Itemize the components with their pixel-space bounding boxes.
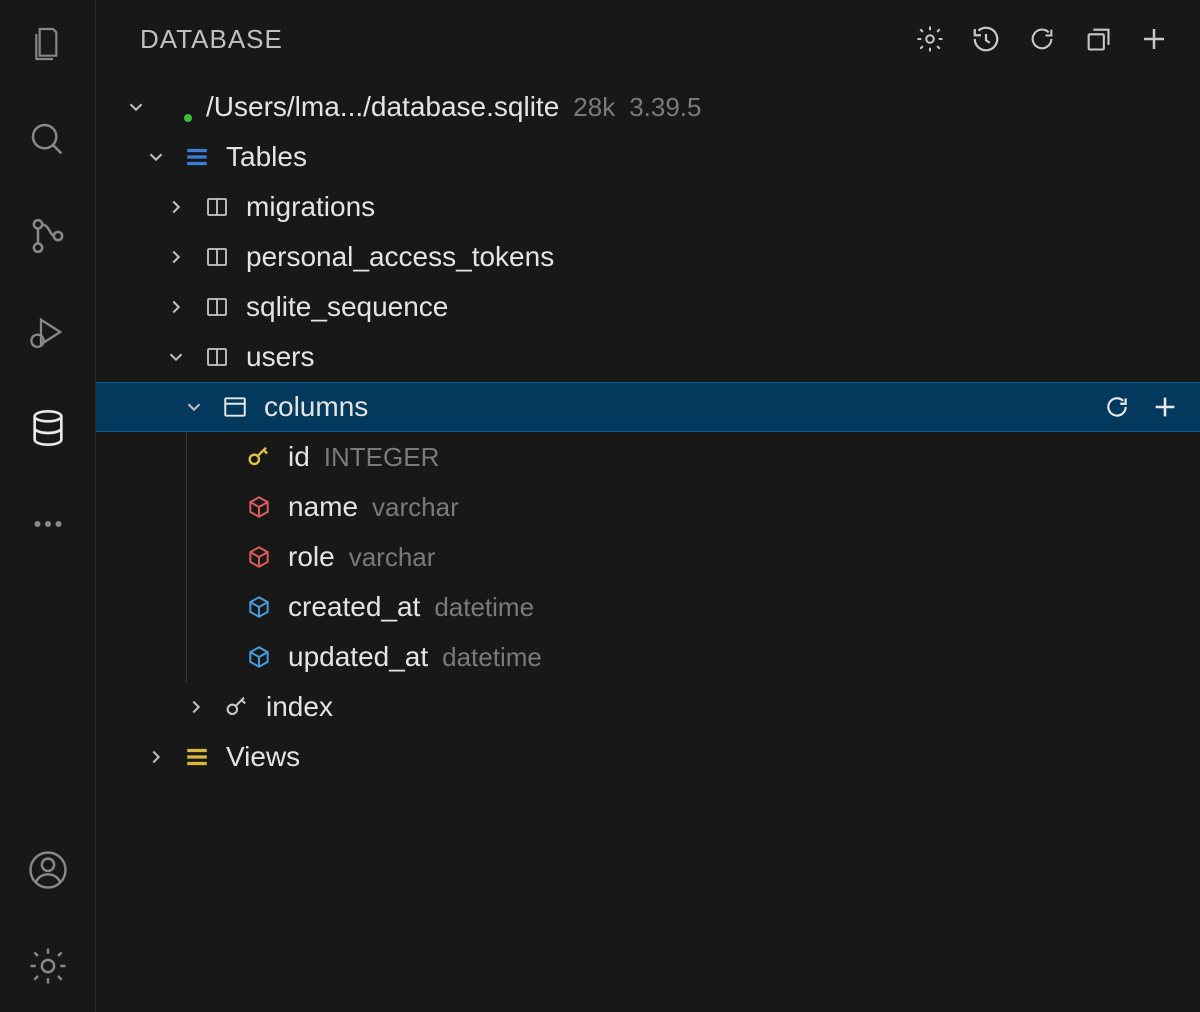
key-outline-icon	[222, 692, 252, 722]
columns-section[interactable]: columns	[96, 382, 1200, 432]
columns-label: columns	[264, 393, 368, 421]
column-name: id	[288, 443, 310, 471]
chevron-down-icon	[124, 95, 148, 119]
chevron-down-icon	[182, 395, 206, 419]
cube-icon	[244, 542, 274, 572]
cube-icon	[244, 492, 274, 522]
database-icon[interactable]	[24, 404, 72, 452]
table-icon	[202, 292, 232, 322]
chevron-right-icon	[184, 695, 208, 719]
activity-bar	[0, 0, 96, 1012]
views-section[interactable]: Views	[96, 732, 1200, 782]
panel-title: DATABASE	[140, 24, 912, 55]
table-row-personal-access-tokens[interactable]: personal_access_tokens	[96, 232, 1200, 282]
window-icon	[220, 392, 250, 422]
refresh-icon[interactable]	[1024, 21, 1060, 57]
column-type: varchar	[349, 544, 436, 570]
chevron-down-icon	[144, 145, 168, 169]
column-type: varchar	[372, 494, 459, 520]
db-connection-row[interactable]: /Users/lma.../database.sqlite 28k 3.39.5	[96, 82, 1200, 132]
collapse-all-icon[interactable]	[1080, 21, 1116, 57]
add-icon[interactable]	[1150, 392, 1180, 422]
row-actions	[1102, 392, 1180, 422]
table-name: migrations	[246, 193, 375, 221]
db-path: /Users/lma.../database.sqlite	[206, 93, 559, 121]
column-name: updated_at	[288, 643, 428, 671]
tables-section[interactable]: Tables	[96, 132, 1200, 182]
table-row-sqlite-sequence[interactable]: sqlite_sequence	[96, 282, 1200, 332]
chevron-right-icon	[164, 295, 188, 319]
source-control-icon[interactable]	[24, 212, 72, 260]
db-size: 28k	[573, 94, 615, 120]
tables-icon	[182, 142, 212, 172]
views-icon	[182, 742, 212, 772]
index-section[interactable]: index	[96, 682, 1200, 732]
settings-gear-icon[interactable]	[24, 942, 72, 990]
key-icon	[244, 442, 274, 472]
history-icon[interactable]	[968, 21, 1004, 57]
search-icon[interactable]	[24, 116, 72, 164]
column-row-created-at[interactable]: created_at datetime	[96, 582, 1200, 632]
column-name: role	[288, 543, 335, 571]
cube-icon	[244, 592, 274, 622]
db-version: 3.39.5	[629, 94, 701, 120]
chevron-right-icon	[164, 245, 188, 269]
refresh-icon[interactable]	[1102, 392, 1132, 422]
columns-list: id INTEGER name varchar role varchar	[96, 432, 1200, 682]
chevron-right-icon	[144, 745, 168, 769]
views-label: Views	[226, 743, 300, 771]
table-name: users	[246, 343, 314, 371]
more-icon[interactable]	[24, 500, 72, 548]
table-row-migrations[interactable]: migrations	[96, 182, 1200, 232]
panel-header: DATABASE	[96, 0, 1200, 78]
table-row-users[interactable]: users	[96, 332, 1200, 382]
column-row-role[interactable]: role varchar	[96, 532, 1200, 582]
settings-icon[interactable]	[912, 21, 948, 57]
tables-label: Tables	[226, 143, 307, 171]
table-icon	[202, 242, 232, 272]
table-icon	[202, 342, 232, 372]
add-icon[interactable]	[1136, 21, 1172, 57]
column-type: datetime	[434, 594, 534, 620]
column-type: datetime	[442, 644, 542, 670]
database-tree: /Users/lma.../database.sqlite 28k 3.39.5…	[96, 78, 1200, 782]
chevron-down-icon	[164, 345, 188, 369]
column-row-updated-at[interactable]: updated_at datetime	[96, 632, 1200, 682]
chevron-right-icon	[164, 195, 188, 219]
column-row-name[interactable]: name varchar	[96, 482, 1200, 532]
table-icon	[202, 192, 232, 222]
column-row-id[interactable]: id INTEGER	[96, 432, 1200, 482]
index-label: index	[266, 693, 333, 721]
column-name: name	[288, 493, 358, 521]
table-name: personal_access_tokens	[246, 243, 554, 271]
account-icon[interactable]	[24, 846, 72, 894]
cube-icon	[244, 642, 274, 672]
column-name: created_at	[288, 593, 420, 621]
run-debug-icon[interactable]	[24, 308, 72, 356]
column-type: INTEGER	[324, 444, 440, 470]
header-actions	[912, 21, 1172, 57]
explorer-icon[interactable]	[24, 20, 72, 68]
table-name: sqlite_sequence	[246, 293, 448, 321]
database-file-icon	[162, 92, 192, 122]
database-panel: DATABASE	[96, 0, 1200, 1012]
